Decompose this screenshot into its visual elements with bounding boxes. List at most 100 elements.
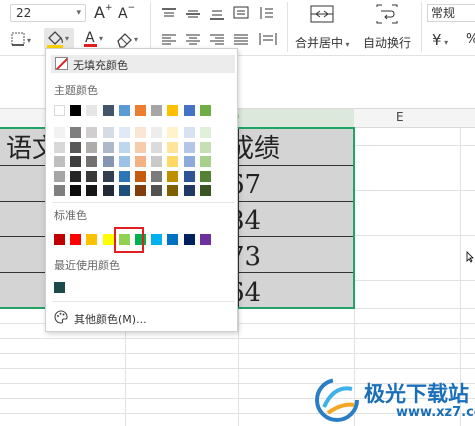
align-right-button[interactable] [208,32,226,46]
theme-shade-swatch[interactable] [135,156,146,167]
theme-shade-swatch[interactable] [86,127,98,138]
recent-colors-title: 最近使用颜色 [54,259,120,272]
theme-shade-swatch[interactable] [70,170,82,182]
theme-shade-swatch[interactable] [151,185,163,196]
chevron-down-icon[interactable]: ▾ [76,5,81,21]
standard-color-swatch[interactable] [102,234,114,245]
theme-shade-swatch[interactable] [151,127,163,138]
indent-decrease-button[interactable] [232,5,252,21]
theme-shade-swatch[interactable] [102,141,114,153]
theme-shade-swatch[interactable] [151,170,163,182]
theme-shade-swatch[interactable] [118,185,130,196]
theme-shade-swatch[interactable] [118,141,130,153]
theme-color-swatch[interactable] [118,105,130,116]
theme-shade-swatch[interactable] [70,127,82,138]
theme-shade-swatch[interactable] [86,141,98,153]
theme-shade-swatch[interactable] [199,127,211,138]
theme-shade-swatch[interactable] [54,127,65,138]
percent-format-button[interactable]: % [466,32,475,47]
theme-shade-swatch[interactable] [54,156,65,167]
theme-color-swatch[interactable] [135,105,146,116]
standard-color-swatch[interactable] [183,234,195,245]
theme-shade-swatch[interactable] [102,156,114,167]
number-format-select[interactable]: 常规 [427,4,475,22]
font-color-button[interactable]: A ▾ [82,29,106,49]
theme-shade-swatch[interactable] [102,127,114,138]
theme-shade-swatch[interactable] [183,170,195,182]
theme-shade-swatch[interactable] [118,170,130,182]
theme-shade-swatch[interactable] [151,141,163,153]
theme-shade-swatch[interactable] [102,170,114,182]
align-top-button[interactable] [160,6,178,20]
font-size-input[interactable]: 22 ▾ [10,4,86,22]
theme-shade-swatch[interactable] [70,141,82,153]
decrease-font-size-button[interactable]: A− [118,3,135,22]
theme-shade-swatch[interactable] [151,156,163,167]
theme-shade-swatch[interactable] [135,185,146,196]
standard-color-swatch[interactable] [70,234,82,245]
align-bottom-button[interactable] [208,6,226,20]
theme-color-swatch[interactable] [167,105,179,116]
theme-shade-swatch[interactable] [199,156,211,167]
theme-shade-swatch[interactable] [118,127,130,138]
theme-shade-swatch[interactable] [183,156,195,167]
theme-shade-swatch[interactable] [70,185,82,196]
column-d-header-selected[interactable] [238,109,354,128]
theme-shade-swatch[interactable] [167,141,179,153]
theme-shade-swatch[interactable] [54,141,65,153]
standard-color-swatch[interactable] [86,234,98,245]
fill-color-button[interactable]: ▾ [44,28,74,50]
theme-shade-swatch[interactable] [118,156,130,167]
wrap-text-icon[interactable] [374,3,400,25]
theme-color-swatch[interactable] [183,105,195,116]
theme-shade-swatch[interactable] [167,170,179,182]
standard-color-swatch[interactable] [167,234,179,245]
standard-color-swatch[interactable] [199,234,211,245]
orientation-button[interactable] [258,5,278,21]
theme-shade-swatch[interactable] [183,127,195,138]
standard-color-swatch[interactable] [54,234,65,245]
theme-color-swatch[interactable] [70,105,82,116]
column-e-header[interactable]: E [396,110,404,124]
theme-shade-swatch[interactable] [199,141,211,153]
theme-shade-swatch[interactable] [54,170,65,182]
align-left-button[interactable] [160,32,178,46]
theme-shade-swatch[interactable] [167,185,179,196]
theme-color-swatch[interactable] [86,105,98,116]
standard-color-swatch[interactable] [151,234,163,245]
align-middle-button[interactable] [184,6,202,20]
theme-shade-swatch[interactable] [54,185,65,196]
theme-shade-swatch[interactable] [135,141,146,153]
currency-format-button[interactable]: ¥ ▾ [432,31,448,49]
increase-font-size-button[interactable]: A+ [94,3,113,22]
borders-button[interactable]: ▾ [10,31,34,47]
theme-shade-swatch[interactable] [135,170,146,182]
theme-shade-swatch[interactable] [70,156,82,167]
clear-format-button[interactable]: ▾ [114,29,142,49]
merge-center-icon[interactable] [308,3,336,25]
justify-button[interactable] [232,32,250,46]
theme-shade-swatch[interactable] [199,185,211,196]
align-center-button[interactable] [184,32,202,46]
theme-shade-swatch[interactable] [135,127,146,138]
theme-shade-swatch[interactable] [102,185,114,196]
theme-shade-swatch[interactable] [86,170,98,182]
theme-color-swatch[interactable] [151,105,163,116]
theme-color-swatch[interactable] [54,105,65,116]
theme-shade-swatch[interactable] [183,185,195,196]
theme-shade-swatch[interactable] [86,185,98,196]
wrap-text-button[interactable]: 自动换行 [363,34,411,51]
theme-color-swatch[interactable] [199,105,211,116]
recent-color-swatch[interactable] [54,282,65,293]
distributed-button[interactable] [258,31,278,47]
theme-shade-swatch[interactable] [199,170,211,182]
aurora-logo-icon [315,378,359,422]
more-colors-option[interactable]: 其他颜色(M)... [54,307,230,327]
theme-shade-swatch[interactable] [86,156,98,167]
theme-color-swatch[interactable] [102,105,114,116]
theme-shade-swatch[interactable] [183,141,195,153]
theme-shade-swatch[interactable] [167,127,179,138]
merge-center-button[interactable]: 合并居中 ▾ [295,34,350,51]
no-fill-option[interactable]: 无填充颜色 [51,55,235,73]
theme-shade-swatch[interactable] [167,156,179,167]
